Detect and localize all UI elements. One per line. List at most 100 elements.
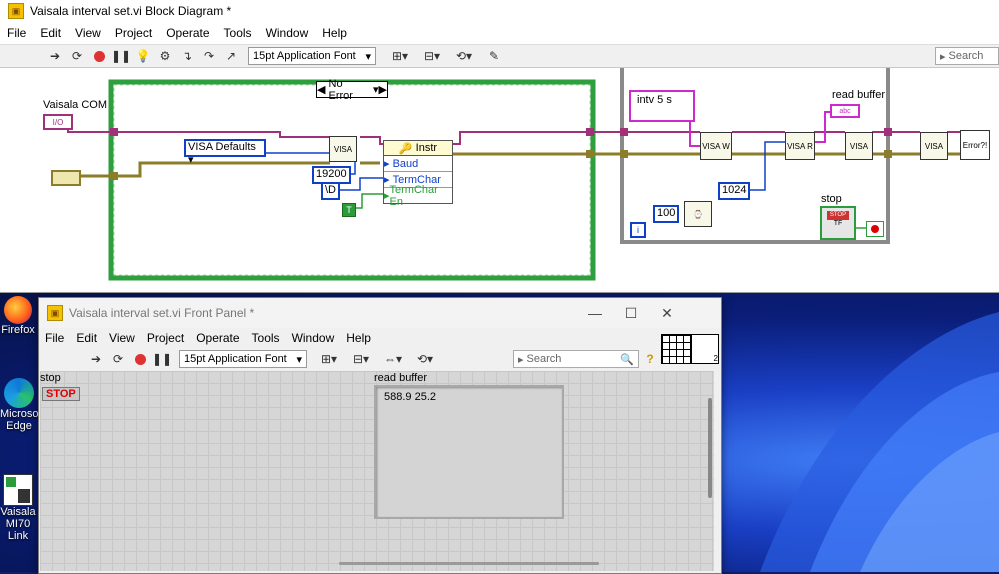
clean-up-diagram-icon[interactable]: ✎ [482, 48, 506, 64]
desktop-icon-vaisala[interactable]: Vaisala MI70 Link [0, 474, 36, 542]
menu-edit[interactable]: Edit [33, 26, 68, 40]
visa-close-node[interactable]: VISA [920, 132, 948, 160]
menu-window[interactable]: Window [259, 26, 316, 40]
read-count-constant[interactable]: 1024 [718, 182, 751, 200]
front-panel-toolbar: ➔ ⟳ ❚❚ 15pt Application Font ▾ ⊞▾ ⊟▾ ⇔▾ ⟲… [39, 348, 661, 370]
distribute-objects-icon[interactable]: ⊟▾ [347, 351, 375, 367]
font-select[interactable]: 15pt Application Font ▾ [248, 47, 376, 65]
visa-defaults-value: VISA Defaults [188, 141, 256, 153]
vi-icon-pane[interactable]: 2 [691, 334, 719, 364]
search-input[interactable]: ▸ Search [935, 47, 999, 65]
pause-icon[interactable]: ❚❚ [111, 48, 131, 64]
font-select[interactable]: 15pt Application Font ▾ [179, 350, 307, 368]
true-constant[interactable]: T [342, 203, 356, 217]
edge-icon [4, 378, 34, 408]
help-icon[interactable]: ? [641, 351, 659, 367]
property-termchar-en[interactable]: ▸ TermChar En [384, 184, 452, 208]
menu-project[interactable]: Project [141, 331, 190, 345]
wait-ms-constant[interactable]: 100 [653, 205, 680, 223]
menu-help[interactable]: Help [315, 26, 354, 40]
search-input[interactable]: ▸ Search 🔍 [513, 350, 639, 368]
stop-button[interactable]: STOP [42, 387, 80, 401]
chevron-down-icon: ▾ [365, 50, 371, 63]
block-diagram-window: ▣ Vaisala interval set.vi Block Diagram … [0, 0, 999, 293]
menu-tools[interactable]: Tools [217, 26, 259, 40]
retain-wire-values-icon[interactable]: ⚙ [156, 48, 174, 64]
run-arrow-icon[interactable]: ➔ [87, 351, 105, 367]
search-placeholder: Search [948, 50, 984, 62]
distribute-objects-icon[interactable]: ⊟▾ [418, 48, 446, 64]
case-selector[interactable]: ◀ No Error ▾▶ [316, 78, 388, 102]
menu-operate[interactable]: Operate [190, 331, 245, 345]
front-panel-titlebar[interactable]: ▣ Vaisala interval set.vi Front Panel * … [39, 298, 721, 328]
font-select-value: 15pt Application Font [184, 353, 287, 365]
stop-terminal-label: stop [821, 193, 842, 205]
read-buffer-indicator: 588.9 25.2 [374, 385, 564, 519]
window-title: Vaisala interval set.vi Front Panel * [69, 306, 255, 320]
abort-icon[interactable] [131, 351, 149, 367]
vertical-scrollbar[interactable] [708, 398, 712, 498]
menu-edit[interactable]: Edit [70, 331, 103, 345]
intv-string-constant[interactable]: intv 5 s [629, 90, 695, 122]
termchar-constant[interactable]: \D [321, 182, 340, 200]
close-icon[interactable]: ✕ [649, 305, 685, 322]
menu-view[interactable]: View [68, 26, 108, 40]
read-buffer-indicator-terminal[interactable]: abc [830, 104, 860, 118]
visa-defaults-constant[interactable]: VISA Defaults ▾ [184, 139, 266, 166]
reorder-icon[interactable]: ⟲▾ [450, 48, 478, 64]
block-diagram-titlebar[interactable]: ▣ Vaisala interval set.vi Block Diagram … [0, 0, 999, 22]
resize-objects-icon[interactable]: ⇔▾ [379, 351, 407, 367]
visa-bytes-node[interactable]: VISA [845, 132, 873, 160]
property-baud[interactable]: ▸ Baud [384, 156, 452, 172]
loop-condition-terminal[interactable] [866, 221, 884, 237]
maximize-icon[interactable]: ☐ [613, 305, 649, 322]
visa-write-node[interactable]: VISA W [700, 132, 732, 160]
menu-help[interactable]: Help [340, 331, 377, 345]
menu-file[interactable]: File [0, 26, 33, 40]
baud-label: Baud [392, 157, 419, 170]
stop-terminal-type: TF [833, 220, 843, 227]
step-out-icon[interactable]: ↗ [222, 48, 240, 64]
stop-button-terminal[interactable]: STOP TF [820, 206, 856, 240]
wait-ms-node[interactable]: ⌚ [684, 201, 712, 227]
align-objects-icon[interactable]: ⊞▾ [315, 351, 343, 367]
block-diagram-canvas: Vaisala COM I/O ◀ No Error ▾▶ VISA Defau… [0, 68, 999, 292]
desktop-icon-firefox[interactable]: Firefox [0, 296, 36, 336]
menu-window[interactable]: Window [286, 331, 341, 345]
connector-pane[interactable] [661, 334, 691, 364]
visa-configure-serial-node[interactable]: VISA [329, 136, 357, 162]
run-continuously-icon[interactable]: ⟳ [68, 48, 86, 64]
firefox-icon [4, 296, 32, 324]
align-objects-icon[interactable]: ⊞▾ [386, 48, 414, 64]
menu-view[interactable]: View [103, 331, 141, 345]
error-cluster-constant[interactable] [51, 170, 81, 186]
run-arrow-icon[interactable]: ➔ [46, 48, 64, 64]
abort-icon[interactable] [90, 48, 108, 64]
vaisala-com-terminal[interactable]: I/O [43, 114, 73, 130]
menu-project[interactable]: Project [108, 26, 159, 40]
simple-error-handler-node[interactable]: Error?! [960, 130, 990, 160]
menu-file[interactable]: File [39, 331, 70, 345]
vaisala-com-label: Vaisala COM [43, 99, 107, 111]
highlight-execution-icon[interactable]: 💡 [134, 48, 152, 64]
desktop-icon-edge[interactable]: Microsoft Edge [0, 378, 45, 432]
visa-property-node[interactable]: 🔑 Instr ▸ Baud ▸ TermChar ▸ TermChar En [383, 140, 453, 208]
block-diagram-menubar: File Edit View Project Operate Tools Win… [0, 22, 999, 44]
visa-read-node[interactable]: VISA R [785, 132, 815, 160]
run-continuously-icon[interactable]: ⟳ [109, 351, 127, 367]
read-count-value: 1024 [722, 184, 747, 196]
step-into-icon[interactable]: ↴ [178, 48, 196, 64]
menu-operate[interactable]: Operate [159, 26, 216, 40]
search-icon[interactable]: 🔍 [620, 353, 634, 366]
read-buffer-label: read buffer [374, 372, 428, 384]
pause-icon[interactable]: ❚❚ [152, 351, 172, 367]
minimize-icon[interactable]: — [577, 305, 613, 321]
menu-tools[interactable]: Tools [246, 331, 286, 345]
connector-count: 2 [713, 354, 718, 363]
step-over-icon[interactable]: ↷ [200, 48, 218, 64]
termchar-en-label: TermChar En [389, 183, 438, 208]
reorder-icon[interactable]: ⟲▾ [411, 351, 439, 367]
case-selector-value: No Error [328, 77, 353, 102]
read-buffer-label: read buffer [832, 89, 886, 101]
horizontal-scrollbar[interactable] [339, 562, 599, 565]
